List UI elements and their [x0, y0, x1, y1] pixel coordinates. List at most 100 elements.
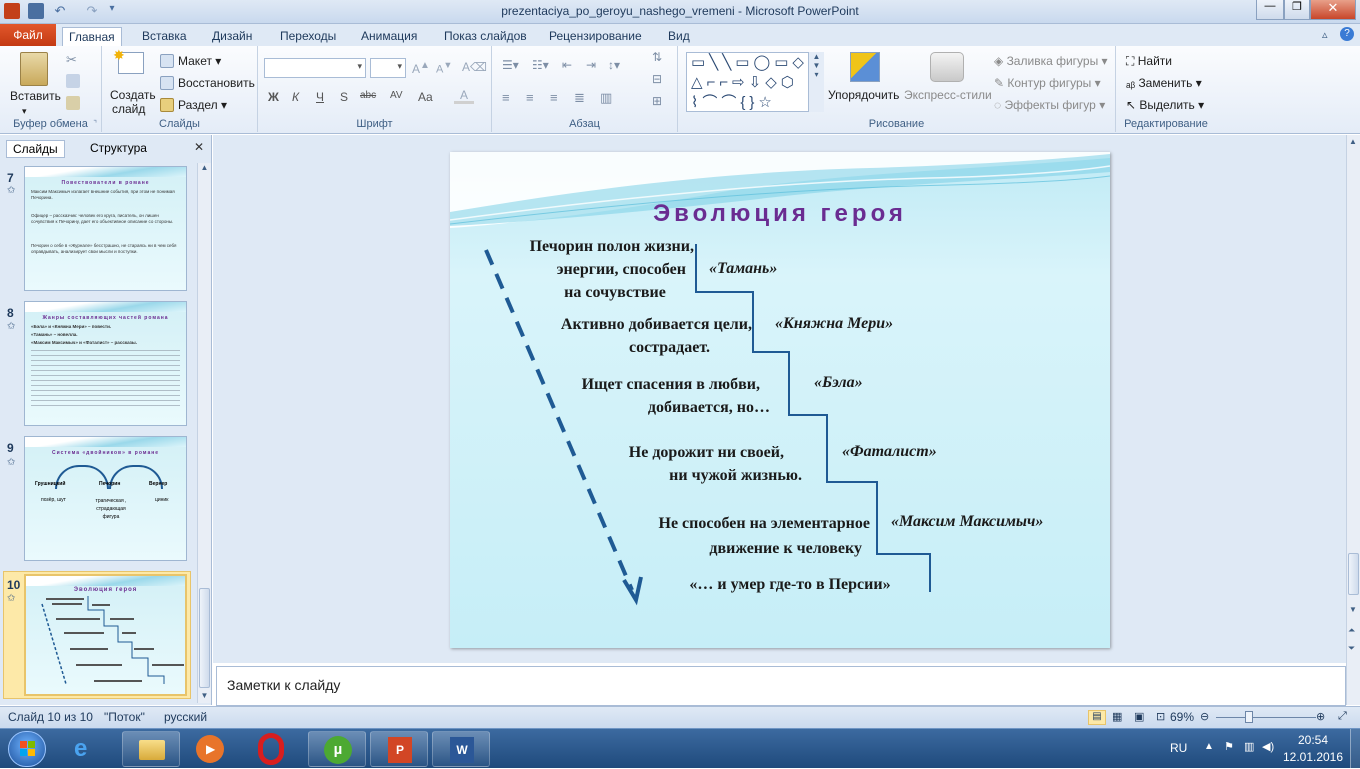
step-text[interactable]: ни чужой жизнью. — [620, 465, 802, 487]
copy-icon[interactable] — [66, 74, 80, 88]
story-label[interactable]: «Княжна Мери» — [775, 315, 893, 333]
clipboard-launcher-icon[interactable]: ⌝ — [93, 119, 97, 128]
slide-sorter-icon[interactable]: ▦ — [1112, 710, 1122, 723]
step-text[interactable]: добивается, но… — [600, 397, 770, 419]
strikethrough-button[interactable]: abc — [360, 90, 376, 101]
change-case-button[interactable]: Aa — [418, 90, 433, 104]
tab-animation[interactable]: Анимация — [355, 27, 423, 46]
new-slide-button[interactable]: Создать — [110, 88, 156, 102]
help-icon[interactable]: ? — [1340, 27, 1354, 41]
slide-thumbnail-8[interactable]: Жанры составляющих частей романа «Бэла» … — [24, 301, 187, 426]
replace-button[interactable]: ₐᵦ Заменить ▾ — [1126, 76, 1202, 90]
justify-icon[interactable]: ≣ — [574, 90, 585, 106]
ending-text[interactable]: «… и умер где-то в Персии» — [650, 574, 930, 596]
tab-slideshow[interactable]: Показ слайдов — [438, 27, 533, 46]
bold-button[interactable]: Ж — [268, 90, 279, 104]
slideshow-icon[interactable]: ⊡ — [1156, 710, 1165, 723]
quick-styles-icon[interactable] — [930, 52, 964, 82]
font-name-combo[interactable]: ▾ — [264, 58, 366, 78]
story-label[interactable]: «Тамань» — [709, 260, 777, 278]
step-text[interactable]: Не способен на элементарное — [600, 513, 871, 535]
font-size-combo[interactable]: ▾ — [370, 58, 406, 78]
tab-home[interactable]: Главная — [62, 27, 122, 46]
spacing-button[interactable]: AV — [390, 90, 403, 101]
tab-outline[interactable]: Структура — [84, 140, 153, 158]
story-label[interactable]: «Бэла» — [814, 374, 863, 392]
quick-styles-button[interactable]: Экспресс-стили — [904, 88, 992, 102]
fit-to-window-icon[interactable]: ⤢ — [1338, 710, 1347, 723]
zoom-level[interactable]: 69% — [1170, 710, 1194, 724]
line-spacing-icon[interactable]: ↕▾ — [608, 58, 620, 72]
reset-icon[interactable] — [160, 76, 174, 90]
notes-pane[interactable]: Заметки к слайду — [216, 666, 1346, 706]
clear-format-icon[interactable]: A⌫ — [462, 60, 487, 74]
shape-effects-button[interactable]: ◌ Эффекты фигур ▾ — [994, 98, 1105, 112]
media-player-icon[interactable]: ▶ — [196, 735, 224, 763]
italic-button[interactable]: К — [292, 90, 299, 104]
find-button[interactable]: ⛶ Найти — [1126, 54, 1172, 69]
network-icon[interactable]: ▥ — [1244, 740, 1254, 753]
slide-thumbnail-7[interactable]: Повествователи в романе Максим Максимыч … — [24, 166, 187, 291]
cut-icon[interactable]: ✂ — [66, 52, 77, 68]
slide-scrollbar[interactable]: ▲ ▼ ⏶ ⏷ — [1346, 135, 1360, 705]
underline-button[interactable]: Ч — [316, 90, 324, 104]
utorrent-taskbar-button[interactable]: µ — [308, 731, 366, 767]
language-status[interactable]: русский — [164, 710, 207, 724]
step-text[interactable]: Печорин полон жизни, — [490, 236, 694, 258]
show-desktop-button[interactable] — [1350, 729, 1360, 769]
scroll-thumb[interactable] — [199, 588, 210, 688]
tab-review[interactable]: Рецензирование — [543, 27, 648, 46]
reading-view-icon[interactable]: ▣ — [1134, 710, 1144, 723]
tab-insert[interactable]: Вставка — [136, 27, 193, 46]
step-text[interactable]: Ищет спасения в любви, — [550, 374, 760, 396]
scroll-thumb[interactable] — [1348, 553, 1359, 595]
ie-icon[interactable]: e — [74, 735, 87, 763]
next-slide-icon[interactable]: ⏷ — [1348, 643, 1355, 654]
arrange-icon[interactable] — [850, 52, 880, 82]
reset-button[interactable]: Восстановить — [178, 76, 255, 90]
step-text[interactable]: Не дорожит ни своей, — [580, 442, 784, 464]
explorer-taskbar-button[interactable] — [122, 731, 180, 767]
zoom-in-icon[interactable]: ⊕ — [1316, 710, 1325, 723]
smartart-icon[interactable]: ⊞ — [652, 94, 662, 108]
paste-icon[interactable] — [20, 52, 48, 86]
layout-icon[interactable] — [160, 54, 174, 68]
zoom-slider[interactable] — [1216, 717, 1316, 718]
slide-thumbnail-9[interactable]: Система «двойников» в романе Грушницкий … — [24, 436, 187, 561]
bullets-icon[interactable]: ☰▾ — [502, 58, 519, 72]
normal-view-icon[interactable]: ▤ — [1088, 710, 1106, 725]
grow-font-icon[interactable]: A▲ — [412, 60, 430, 76]
notes-placeholder[interactable]: Заметки к слайду — [227, 677, 340, 693]
tab-design[interactable]: Дизайн — [206, 27, 258, 46]
new-slide-label[interactable]: слайд — [112, 102, 145, 116]
thumbnails-scrollbar[interactable]: ▲ ▼ — [197, 163, 211, 703]
volume-icon[interactable]: ◀) — [1262, 740, 1274, 753]
story-label[interactable]: «Максим Максимыч» — [891, 513, 1043, 531]
close-pane-icon[interactable]: ✕ — [194, 140, 204, 154]
tray-flag-icon[interactable]: ⚑ — [1224, 740, 1234, 753]
align-left-icon[interactable]: ≡ — [502, 90, 510, 105]
section-button[interactable]: Раздел ▾ — [178, 98, 227, 112]
tab-slides[interactable]: Слайды — [6, 140, 65, 158]
step-text[interactable]: на сочувствие — [550, 282, 680, 304]
select-button[interactable]: ↖ Выделить ▾ — [1126, 98, 1204, 112]
layout-button[interactable]: Макет ▾ — [178, 54, 221, 68]
align-center-icon[interactable]: ≡ — [526, 90, 534, 105]
word-taskbar-button[interactable]: W — [432, 731, 490, 767]
clock-time[interactable]: 20:54 — [1290, 733, 1336, 747]
shrink-font-icon[interactable]: A▼ — [436, 60, 452, 76]
shapes-gallery[interactable]: ▭╲╲▭◯▭◇ △⌐⌐⇨⇩◇⬡ ⌇⌒⌒{}☆ — [686, 52, 824, 112]
tab-view[interactable]: Вид — [662, 27, 696, 46]
shape-fill-button[interactable]: ◈ Заливка фигуры ▾ — [994, 54, 1108, 68]
paste-button[interactable]: Вставить — [10, 89, 61, 103]
step-text[interactable]: энергии, способен — [490, 259, 686, 281]
align-right-icon[interactable]: ≡ — [550, 90, 558, 105]
input-language[interactable]: RU — [1170, 741, 1187, 755]
step-text[interactable]: сострадает. — [550, 337, 710, 359]
slide-thumbnail-10[interactable]: Эволюция героя — [24, 574, 187, 696]
columns-icon[interactable]: ▥ — [600, 90, 612, 106]
opera-icon[interactable] — [258, 733, 284, 765]
tab-transitions[interactable]: Переходы — [274, 27, 342, 46]
step-text[interactable]: Активно добивается цели, — [520, 314, 752, 336]
step-text[interactable]: движение к человеку — [650, 538, 862, 560]
